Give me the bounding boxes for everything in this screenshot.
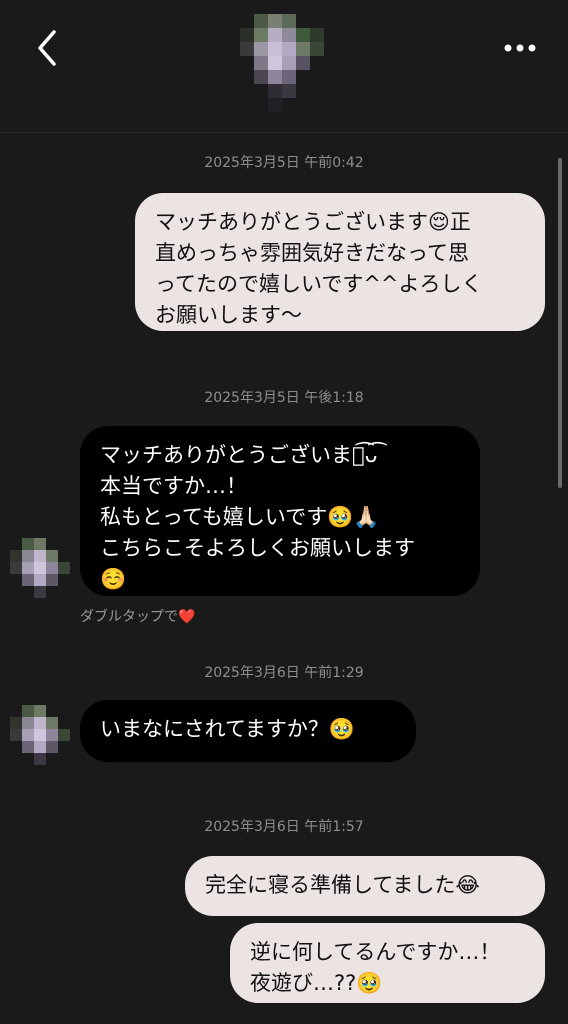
- more-horizontal-icon: [504, 44, 536, 52]
- incoming-message[interactable]: マッチありがとうございます͡ᴗ͡ 本当ですか…！ 私もとっても嬉しいです🥹🙏🏻 …: [80, 426, 480, 596]
- chevron-left-icon: [38, 30, 56, 66]
- sender-avatar[interactable]: [10, 705, 70, 775]
- outgoing-message[interactable]: 完全に寝る準備してました😂: [185, 856, 545, 916]
- timestamp: 2025年3月5日 午前0:42: [204, 155, 364, 171]
- heart-icon: ❤️: [178, 609, 196, 625]
- scrollbar[interactable]: [558, 158, 562, 488]
- outgoing-message[interactable]: マッチありがとうございます😌正 直めっちゃ雰囲気好きだなって思 ってたので嬉しい…: [135, 193, 545, 331]
- double-tap-hint: ダブルタップで❤️: [80, 606, 195, 626]
- sender-avatar[interactable]: [10, 538, 70, 608]
- more-options-button[interactable]: [500, 30, 544, 66]
- contact-avatar[interactable]: [240, 10, 328, 114]
- outgoing-message[interactable]: 逆に何してるんですか…！ 夜遊び…??🥹: [230, 923, 545, 1003]
- hint-text: ダブルタップで: [80, 609, 178, 625]
- chat-header: [0, 0, 568, 133]
- timestamp: 2025年3月5日 午後1:18: [204, 390, 364, 406]
- timestamp: 2025年3月6日 午前1:29: [204, 665, 364, 681]
- timestamp: 2025年3月6日 午前1:57: [204, 819, 364, 835]
- back-button[interactable]: [30, 26, 70, 70]
- incoming-message[interactable]: いまなにされてますか？🥹: [80, 700, 416, 762]
